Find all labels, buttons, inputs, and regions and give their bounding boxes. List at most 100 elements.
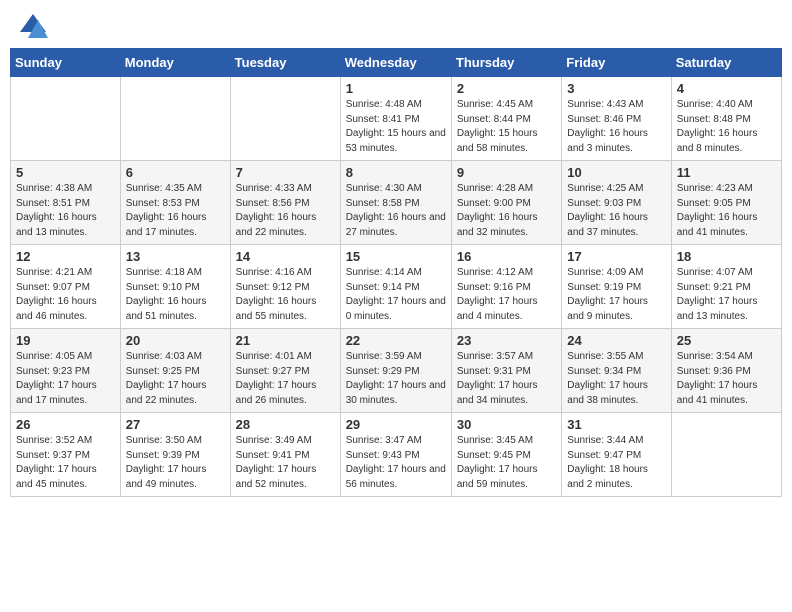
day-info: Sunrise: 4:18 AM Sunset: 9:10 PM Dayligh… bbox=[126, 266, 225, 324]
calendar-day-cell: 13 Sunrise: 4:18 AM Sunset: 9:10 PM Dayli… bbox=[120, 245, 230, 329]
calendar-day-cell: 2 Sunrise: 4:45 AM Sunset: 8:44 PM Daylig… bbox=[451, 77, 561, 161]
calendar-day-cell: 1 Sunrise: 4:48 AM Sunset: 8:41 PM Daylig… bbox=[340, 77, 451, 161]
day-info: Sunrise: 4:03 AM Sunset: 9:25 PM Dayligh… bbox=[126, 350, 225, 408]
calendar-day-cell: 23 Sunrise: 3:57 AM Sunset: 9:31 PM Dayli… bbox=[451, 329, 561, 413]
day-number: 21 bbox=[236, 333, 335, 348]
day-number: 14 bbox=[236, 249, 335, 264]
day-number: 8 bbox=[346, 165, 446, 180]
calendar-day-cell: 19 Sunrise: 4:05 AM Sunset: 9:23 PM Dayli… bbox=[11, 329, 121, 413]
day-info: Sunrise: 4:35 AM Sunset: 8:53 PM Dayligh… bbox=[126, 182, 225, 240]
calendar-day-cell: 28 Sunrise: 3:49 AM Sunset: 9:41 PM Dayli… bbox=[230, 413, 340, 497]
calendar-day-cell: 6 Sunrise: 4:35 AM Sunset: 8:53 PM Daylig… bbox=[120, 161, 230, 245]
day-number: 25 bbox=[677, 333, 776, 348]
calendar-day-cell: 29Sunrise: 3:47 AM Sunset: 9:43 PM Dayli… bbox=[340, 413, 451, 497]
calendar-week-row: 1 Sunrise: 4:48 AM Sunset: 8:41 PM Daylig… bbox=[11, 77, 782, 161]
day-info: Sunrise: 3:44 AM Sunset: 9:47 PM Dayligh… bbox=[567, 434, 665, 492]
weekday-header-tuesday: Tuesday bbox=[230, 49, 340, 77]
calendar-day-cell: 14 Sunrise: 4:16 AM Sunset: 9:12 PM Dayli… bbox=[230, 245, 340, 329]
day-info: Sunrise: 3:45 AM Sunset: 9:45 PM Dayligh… bbox=[457, 434, 556, 492]
day-number: 2 bbox=[457, 81, 556, 96]
day-info: Sunrise: 3:57 AM Sunset: 9:31 PM Dayligh… bbox=[457, 350, 556, 408]
day-info: Sunrise: 3:55 AM Sunset: 9:34 PM Dayligh… bbox=[567, 350, 665, 408]
day-info: Sunrise: 4:05 AM Sunset: 9:23 PM Dayligh… bbox=[16, 350, 115, 408]
day-info: Sunrise: 4:45 AM Sunset: 8:44 PM Dayligh… bbox=[457, 98, 556, 156]
day-info: Sunrise: 4:07 AM Sunset: 9:21 PM Dayligh… bbox=[677, 266, 776, 324]
calendar-day-cell: 17Sunrise: 4:09 AM Sunset: 9:19 PM Dayli… bbox=[562, 245, 671, 329]
day-number: 15 bbox=[346, 249, 446, 264]
calendar-week-row: 19 Sunrise: 4:05 AM Sunset: 9:23 PM Dayli… bbox=[11, 329, 782, 413]
weekday-header-saturday: Saturday bbox=[671, 49, 781, 77]
day-number: 13 bbox=[126, 249, 225, 264]
day-info: Sunrise: 4:12 AM Sunset: 9:16 PM Dayligh… bbox=[457, 266, 556, 324]
day-info: Sunrise: 3:49 AM Sunset: 9:41 PM Dayligh… bbox=[236, 434, 335, 492]
calendar-day-cell: 8Sunrise: 4:30 AM Sunset: 8:58 PM Daylig… bbox=[340, 161, 451, 245]
day-number: 7 bbox=[236, 165, 335, 180]
day-info: Sunrise: 4:43 AM Sunset: 8:46 PM Dayligh… bbox=[567, 98, 665, 156]
calendar-week-row: 12 Sunrise: 4:21 AM Sunset: 9:07 PM Dayli… bbox=[11, 245, 782, 329]
calendar-day-cell: 10 Sunrise: 4:25 AM Sunset: 9:03 PM Dayli… bbox=[562, 161, 671, 245]
logo-icon bbox=[18, 12, 40, 34]
day-number: 31 bbox=[567, 417, 665, 432]
day-number: 11 bbox=[677, 165, 776, 180]
calendar-day-cell: 3 Sunrise: 4:43 AM Sunset: 8:46 PM Daylig… bbox=[562, 77, 671, 161]
calendar-day-cell: 26Sunrise: 3:52 AM Sunset: 9:37 PM Dayli… bbox=[11, 413, 121, 497]
page-header bbox=[10, 10, 782, 40]
weekday-header-monday: Monday bbox=[120, 49, 230, 77]
day-info: Sunrise: 4:33 AM Sunset: 8:56 PM Dayligh… bbox=[236, 182, 335, 240]
calendar-day-cell: 31 Sunrise: 3:44 AM Sunset: 9:47 PM Dayli… bbox=[562, 413, 671, 497]
day-number: 27 bbox=[126, 417, 225, 432]
day-info: Sunrise: 3:52 AM Sunset: 9:37 PM Dayligh… bbox=[16, 434, 115, 492]
day-info: Sunrise: 4:23 AM Sunset: 9:05 PM Dayligh… bbox=[677, 182, 776, 240]
day-number: 23 bbox=[457, 333, 556, 348]
day-info: Sunrise: 4:40 AM Sunset: 8:48 PM Dayligh… bbox=[677, 98, 776, 156]
calendar-day-cell: 16 Sunrise: 4:12 AM Sunset: 9:16 PM Dayli… bbox=[451, 245, 561, 329]
day-number: 28 bbox=[236, 417, 335, 432]
day-number: 24 bbox=[567, 333, 665, 348]
calendar-day-cell: 25 Sunrise: 3:54 AM Sunset: 9:36 PM Dayli… bbox=[671, 329, 781, 413]
day-number: 4 bbox=[677, 81, 776, 96]
calendar-day-cell: 7 Sunrise: 4:33 AM Sunset: 8:56 PM Daylig… bbox=[230, 161, 340, 245]
calendar-day-cell: 12 Sunrise: 4:21 AM Sunset: 9:07 PM Dayli… bbox=[11, 245, 121, 329]
day-info: Sunrise: 4:01 AM Sunset: 9:27 PM Dayligh… bbox=[236, 350, 335, 408]
calendar-day-cell: 15 Sunrise: 4:14 AM Sunset: 9:14 PM Dayli… bbox=[340, 245, 451, 329]
calendar-table: SundayMondayTuesdayWednesdayThursdayFrid… bbox=[10, 48, 782, 497]
day-number: 3 bbox=[567, 81, 665, 96]
day-info: Sunrise: 3:59 AM Sunset: 9:29 PM Dayligh… bbox=[346, 350, 446, 408]
day-number: 6 bbox=[126, 165, 225, 180]
calendar-day-cell: 24 Sunrise: 3:55 AM Sunset: 9:34 PM Dayli… bbox=[562, 329, 671, 413]
day-number: 19 bbox=[16, 333, 115, 348]
weekday-header-friday: Friday bbox=[562, 49, 671, 77]
day-info: Sunrise: 4:14 AM Sunset: 9:14 PM Dayligh… bbox=[346, 266, 446, 324]
weekday-header-sunday: Sunday bbox=[11, 49, 121, 77]
calendar-day-cell: 5 Sunrise: 4:38 AM Sunset: 8:51 PM Daylig… bbox=[11, 161, 121, 245]
day-info: Sunrise: 4:25 AM Sunset: 9:03 PM Dayligh… bbox=[567, 182, 665, 240]
day-info: Sunrise: 4:21 AM Sunset: 9:07 PM Dayligh… bbox=[16, 266, 115, 324]
logo bbox=[18, 14, 44, 36]
day-info: Sunrise: 4:48 AM Sunset: 8:41 PM Dayligh… bbox=[346, 98, 446, 156]
weekday-header-wednesday: Wednesday bbox=[340, 49, 451, 77]
calendar-week-row: 26Sunrise: 3:52 AM Sunset: 9:37 PM Dayli… bbox=[11, 413, 782, 497]
calendar-week-row: 5 Sunrise: 4:38 AM Sunset: 8:51 PM Daylig… bbox=[11, 161, 782, 245]
day-number: 5 bbox=[16, 165, 115, 180]
weekday-header-thursday: Thursday bbox=[451, 49, 561, 77]
calendar-day-cell bbox=[230, 77, 340, 161]
day-number: 12 bbox=[16, 249, 115, 264]
day-info: Sunrise: 4:16 AM Sunset: 9:12 PM Dayligh… bbox=[236, 266, 335, 324]
day-info: Sunrise: 4:38 AM Sunset: 8:51 PM Dayligh… bbox=[16, 182, 115, 240]
calendar-day-cell: 30 Sunrise: 3:45 AM Sunset: 9:45 PM Dayli… bbox=[451, 413, 561, 497]
day-number: 9 bbox=[457, 165, 556, 180]
calendar-day-cell bbox=[671, 413, 781, 497]
day-info: Sunrise: 3:50 AM Sunset: 9:39 PM Dayligh… bbox=[126, 434, 225, 492]
day-number: 29 bbox=[346, 417, 446, 432]
day-number: 30 bbox=[457, 417, 556, 432]
day-number: 22 bbox=[346, 333, 446, 348]
day-number: 17 bbox=[567, 249, 665, 264]
day-number: 20 bbox=[126, 333, 225, 348]
calendar-day-cell bbox=[120, 77, 230, 161]
day-info: Sunrise: 3:54 AM Sunset: 9:36 PM Dayligh… bbox=[677, 350, 776, 408]
day-number: 1 bbox=[346, 81, 446, 96]
day-info: Sunrise: 4:28 AM Sunset: 9:00 PM Dayligh… bbox=[457, 182, 556, 240]
day-number: 16 bbox=[457, 249, 556, 264]
calendar-day-cell: 20 Sunrise: 4:03 AM Sunset: 9:25 PM Dayli… bbox=[120, 329, 230, 413]
day-number: 10 bbox=[567, 165, 665, 180]
